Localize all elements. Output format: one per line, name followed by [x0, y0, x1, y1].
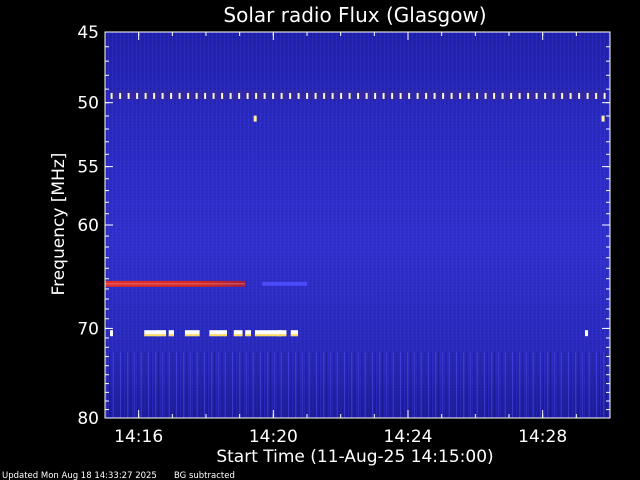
- interference-dot: [127, 92, 130, 99]
- interference-dot: [561, 92, 564, 99]
- updated-timestamp: Updated Mon Aug 18 14:33:27 2025: [2, 471, 157, 480]
- interference-dot: [433, 92, 436, 99]
- interference-dot: [289, 92, 292, 99]
- burst-segment-glow: [233, 334, 243, 337]
- low-frequency-streaks: [105, 351, 610, 418]
- burst-segment-glow: [254, 334, 282, 337]
- x-axis-label: Start Time (11-Aug-25 14:15:00): [216, 447, 493, 467]
- x-tick-label: 14:24: [384, 427, 433, 447]
- y-tick-label: 60: [77, 216, 99, 236]
- spectrogram-chart: 45 50 55 60 70 80 14:16 14:20 14:24 14:28 Solar …: [2, 3, 611, 480]
- interference-dot: [501, 92, 504, 99]
- bg-subtracted-note: BG subtracted: [174, 471, 235, 480]
- interference-dot: [484, 92, 487, 99]
- interference-dot: [586, 92, 589, 99]
- interference-dot: [425, 92, 428, 99]
- spike-mark: [601, 115, 605, 122]
- burst-segment-glow: [144, 334, 159, 337]
- weak-band: [262, 281, 307, 286]
- burst-edge-mark: [585, 330, 588, 337]
- x-tick-label: 14:20: [249, 427, 298, 447]
- interference-dot: [569, 92, 572, 99]
- interference-dot: [204, 92, 207, 99]
- burst-segment-glow: [209, 334, 227, 337]
- strong-band-core: [105, 283, 246, 285]
- interference-dot: [195, 92, 198, 99]
- interference-dot: [331, 92, 334, 99]
- y-tick-label: 80: [77, 409, 99, 429]
- y-tick-label: 50: [77, 94, 99, 114]
- interference-dot: [110, 92, 113, 99]
- burst-segment-glow: [277, 334, 287, 337]
- spike-mark: [253, 115, 257, 122]
- interference-dot: [314, 92, 317, 99]
- plot-area: [104, 31, 611, 419]
- interference-dot: [170, 92, 173, 99]
- interference-dot: [323, 92, 326, 99]
- interference-dot: [450, 92, 453, 99]
- interference-dot: [374, 92, 377, 99]
- interference-dot: [272, 92, 275, 99]
- y-tick-label: 45: [77, 23, 99, 43]
- interference-dot: [382, 92, 385, 99]
- interference-dot: [229, 92, 232, 99]
- interference-dot: [153, 92, 156, 99]
- interference-dot: [416, 92, 419, 99]
- interference-dot: [467, 92, 470, 99]
- interference-dot: [357, 92, 360, 99]
- interference-dot: [399, 92, 402, 99]
- interference-dot: [119, 92, 122, 99]
- interference-dot: [518, 92, 521, 99]
- x-tick-label: 14:28: [518, 427, 567, 447]
- interference-dot: [544, 92, 547, 99]
- y-tick-label: 70: [77, 319, 99, 339]
- interference-dot: [297, 92, 300, 99]
- interference-dot: [476, 92, 479, 99]
- interference-dot: [535, 92, 538, 99]
- interference-dot: [595, 92, 598, 99]
- interference-dot: [255, 92, 258, 99]
- interference-dot: [493, 92, 496, 99]
- interference-dot: [136, 92, 139, 99]
- chart-title: Solar radio Flux (Glasgow): [223, 3, 486, 27]
- burst-edge-mark: [110, 330, 113, 337]
- interference-dot: [340, 92, 343, 99]
- interference-dot: [161, 92, 164, 99]
- y-tick-label: 55: [77, 158, 99, 178]
- burst-segment-glow: [184, 334, 200, 337]
- interference-dot: [187, 92, 190, 99]
- interference-dot: [365, 92, 368, 99]
- interference-dot: [246, 92, 249, 99]
- x-tick-label: 14:16: [114, 427, 163, 447]
- interference-dot: [178, 92, 181, 99]
- interference-dot: [263, 92, 266, 99]
- burst-segment-glow: [168, 334, 174, 337]
- interference-dot: [391, 92, 394, 99]
- burst-segment-glow: [245, 334, 252, 337]
- interference-dot: [348, 92, 351, 99]
- interference-dot: [280, 92, 283, 99]
- interference-dot: [221, 92, 224, 99]
- interference-dot: [603, 92, 606, 99]
- interference-dot: [212, 92, 215, 99]
- interference-dot: [144, 92, 147, 99]
- interference-dot: [408, 92, 411, 99]
- y-axis-label: Frequency [MHz]: [49, 153, 69, 296]
- interference-dot: [238, 92, 241, 99]
- interference-dot: [510, 92, 513, 99]
- burst-segment-glow: [157, 334, 167, 337]
- interference-dot: [306, 92, 309, 99]
- burst-segment-glow: [290, 334, 299, 337]
- interference-dot: [527, 92, 530, 99]
- interference-dot: [578, 92, 581, 99]
- interference-dot: [459, 92, 462, 99]
- interference-dot: [552, 92, 555, 99]
- interference-dot: [442, 92, 445, 99]
